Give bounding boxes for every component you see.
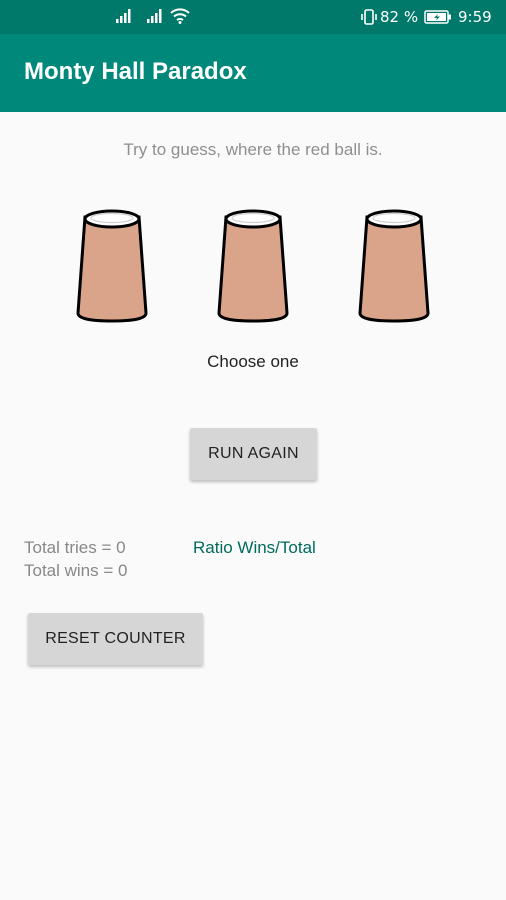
total-wins: Total wins = 0 <box>24 561 128 580</box>
signal-icon <box>147 9 162 23</box>
total-tries: Total tries = 0 <box>24 538 126 557</box>
cup-2[interactable] <box>217 207 289 325</box>
run-again-button[interactable]: RUN AGAIN <box>190 428 317 480</box>
signal-icon <box>116 9 131 23</box>
clock: 9:59 <box>458 8 492 26</box>
battery-icon <box>424 10 451 24</box>
wifi-icon <box>170 8 190 24</box>
reset-counter-button[interactable]: RESET COUNTER <box>28 613 203 665</box>
vibrate-icon <box>361 9 377 25</box>
status-bar: 82 % 9:59 <box>0 0 506 34</box>
app-bar: Monty Hall Paradox <box>0 34 506 112</box>
battery-percent: 82 % <box>380 8 419 26</box>
choose-label: Choose one <box>207 352 299 371</box>
ratio-label: Ratio Wins/Total <box>193 538 316 557</box>
cup-3[interactable] <box>358 207 430 325</box>
hint-text: Try to guess, where the red ball is. <box>123 140 383 159</box>
cup-1[interactable] <box>76 207 148 325</box>
app-title: Monty Hall Paradox <box>24 58 247 85</box>
